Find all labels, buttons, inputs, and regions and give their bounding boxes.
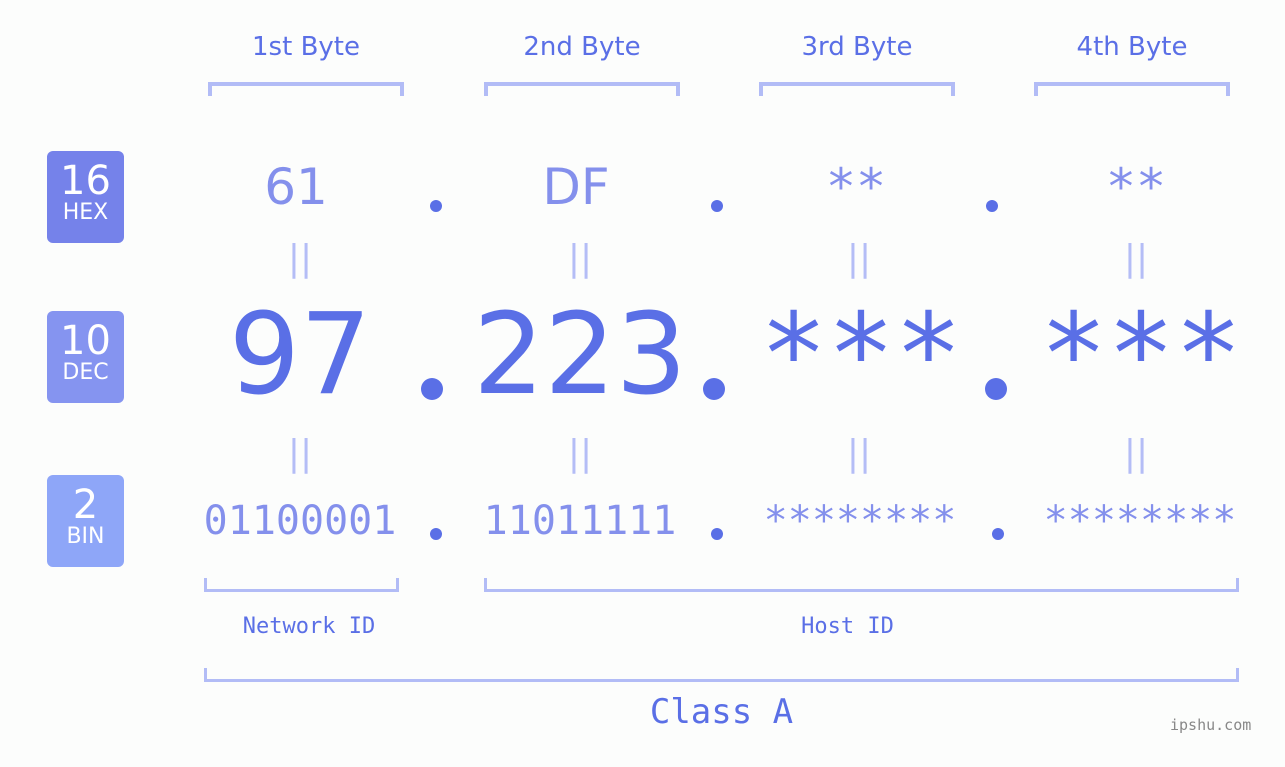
class-label: Class A	[649, 692, 794, 732]
equals-sign: ||	[567, 238, 593, 279]
hex-separator-dot	[430, 200, 442, 212]
dec-badge: 10 DEC	[47, 311, 124, 403]
byte-header-3: 3rd Byte	[801, 32, 913, 62]
byte-bracket-1	[208, 82, 404, 96]
equals-sign: ||	[846, 238, 872, 279]
hex-separator-dot	[986, 200, 998, 212]
byte-bracket-3	[759, 82, 955, 96]
hex-badge: 16 HEX	[47, 151, 124, 243]
network-id-bracket	[204, 578, 399, 592]
byte-header-1: 1st Byte	[252, 32, 360, 62]
byte-header-4: 4th Byte	[1076, 32, 1188, 62]
equals-sign: ||	[287, 433, 313, 474]
hex-base-number: 16	[60, 158, 111, 204]
hex-byte-4: **	[1105, 158, 1167, 216]
watermark: ipshu.com	[1170, 716, 1252, 734]
hex-base-label: HEX	[62, 200, 109, 225]
dec-base-number: 10	[60, 318, 111, 364]
hex-byte-3: **	[825, 158, 887, 216]
byte-header-2: 2nd Byte	[523, 32, 641, 62]
hex-byte-1: 61	[264, 158, 328, 216]
dec-byte-4: ***	[1039, 290, 1243, 420]
host-id-bracket	[484, 578, 1239, 592]
bin-byte-4: ********	[1043, 498, 1237, 544]
bin-separator-dot	[430, 528, 442, 540]
bin-base-label: BIN	[66, 524, 105, 549]
bin-base-number: 2	[72, 482, 99, 528]
equals-sign: ||	[1123, 238, 1149, 279]
hex-separator-dot	[711, 200, 723, 212]
bin-separator-dot	[992, 528, 1004, 540]
bin-byte-1: 01100001	[203, 498, 397, 544]
equals-sign: ||	[846, 433, 872, 474]
equals-sign: ||	[567, 433, 593, 474]
bin-byte-2: 11011111	[483, 498, 677, 544]
dec-separator-dot	[985, 378, 1007, 400]
class-bracket	[204, 668, 1239, 682]
dec-byte-1: 97	[228, 290, 372, 420]
byte-bracket-2	[484, 82, 680, 96]
equals-sign: ||	[1123, 433, 1149, 474]
byte-bracket-4	[1034, 82, 1230, 96]
bin-byte-3: ********	[763, 498, 957, 544]
dec-byte-3: ***	[759, 290, 963, 420]
host-id-label: Host ID	[801, 614, 894, 639]
dec-base-label: DEC	[62, 360, 109, 385]
bin-badge: 2 BIN	[47, 475, 124, 567]
equals-sign: ||	[287, 238, 313, 279]
dec-separator-dot	[703, 378, 725, 400]
bin-separator-dot	[711, 528, 723, 540]
hex-byte-2: DF	[542, 158, 610, 216]
network-id-label: Network ID	[242, 614, 376, 639]
dec-byte-2: 223	[473, 290, 687, 420]
dec-separator-dot	[421, 378, 443, 400]
